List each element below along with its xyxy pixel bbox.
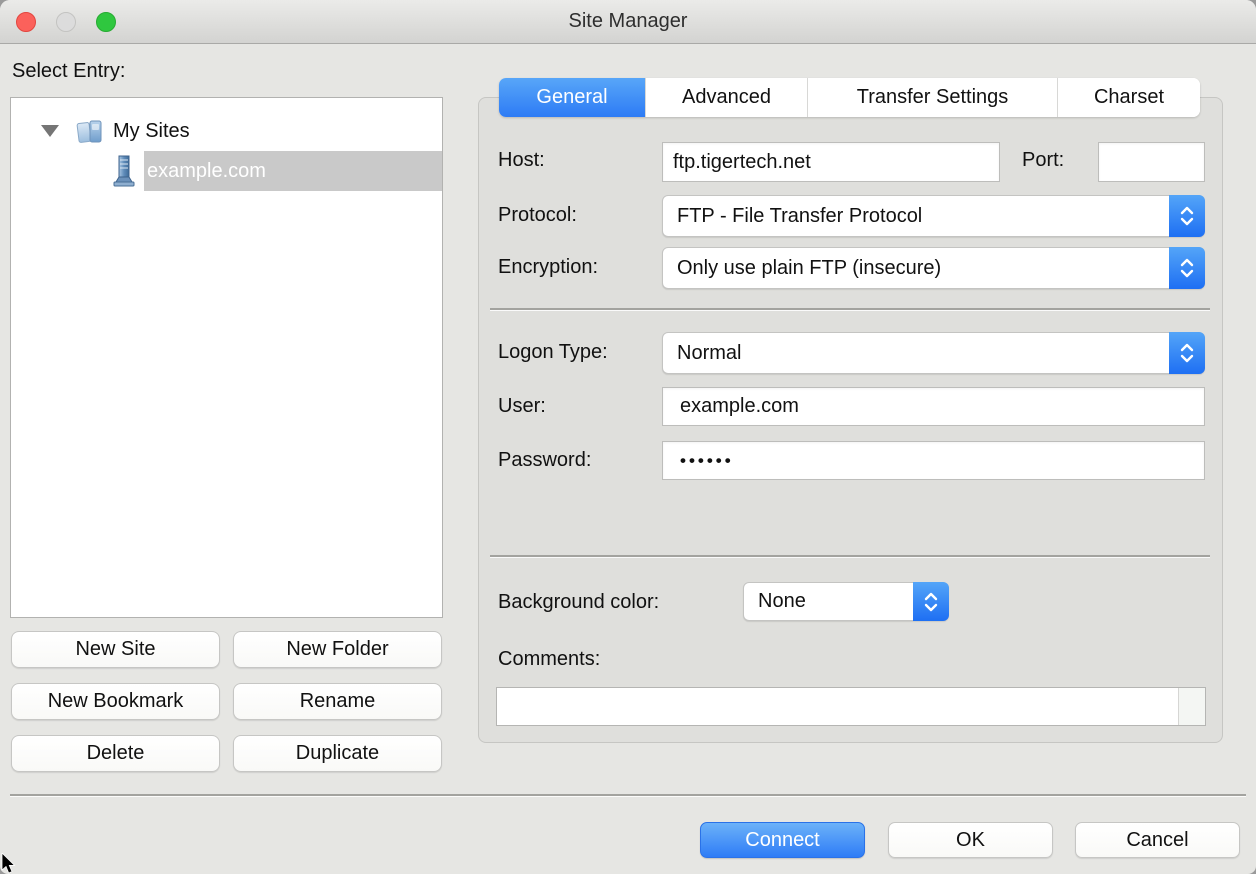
button-label: Duplicate [296,742,379,765]
tab-label: Advanced [682,86,771,109]
tab-label: Transfer Settings [857,86,1009,109]
tab-general[interactable]: General [499,78,646,117]
host-label: Host: [498,149,545,172]
logon-type-label: Logon Type: [498,341,608,364]
protocol-label: Protocol: [498,204,577,227]
new-site-button[interactable]: New Site [11,631,220,668]
footer-divider [10,794,1246,796]
tab-advanced[interactable]: Advanced [646,78,808,117]
rename-button[interactable]: Rename [233,683,442,720]
user-label: User: [498,395,546,418]
tree-item-label: My Sites [113,120,190,143]
site-manager-dialog: Site Manager Select Entry: My Sites [0,0,1256,874]
tree-item-my-sites[interactable]: My Sites [11,111,442,151]
port-input[interactable] [1098,142,1205,182]
mouse-cursor [0,853,17,874]
duplicate-button[interactable]: Duplicate [233,735,442,772]
host-input[interactable] [662,142,1000,182]
button-label: New Bookmark [48,690,184,713]
background-color-label: Background color: [498,591,659,614]
encryption-label: Encryption: [498,256,598,279]
chevron-up-down-icon [913,582,949,621]
background-color-select[interactable]: None [743,582,949,621]
window-title: Site Manager [0,10,1256,33]
password-input[interactable] [662,441,1205,480]
disclosure-triangle-icon[interactable] [41,125,59,137]
button-label: New Site [75,638,155,661]
chevron-up-down-icon [1169,195,1205,237]
protocol-selected-value: FTP - File Transfer Protocol [677,205,922,228]
comments-label: Comments: [498,648,600,671]
new-bookmark-button[interactable]: New Bookmark [11,683,220,720]
tab-transfer-settings[interactable]: Transfer Settings [808,78,1058,117]
new-folder-button[interactable]: New Folder [233,631,442,668]
comments-textarea[interactable] [496,687,1206,726]
button-label: Cancel [1126,829,1188,852]
title-bar: Site Manager [0,0,1256,44]
tab-bar: General Advanced Transfer Settings Chars… [499,78,1200,117]
button-label: Connect [745,829,820,852]
scrollbar-track[interactable] [1178,688,1205,725]
tree-item-label: example.com [147,160,266,183]
button-label: New Folder [286,638,388,661]
password-label: Password: [498,449,591,472]
port-label: Port: [1022,149,1064,172]
section-divider [490,308,1210,310]
tab-label: Charset [1094,86,1164,109]
chevron-up-down-icon [1169,332,1205,374]
delete-button[interactable]: Delete [11,735,220,772]
cancel-button[interactable]: Cancel [1075,822,1240,858]
select-entry-label: Select Entry: [12,60,125,83]
site-tree[interactable]: My Sites example.com [10,97,443,618]
tab-label: General [536,86,607,109]
tab-charset[interactable]: Charset [1058,78,1200,117]
button-label: Delete [87,742,145,765]
encryption-selected-value: Only use plain FTP (insecure) [677,257,941,280]
encryption-select[interactable]: Only use plain FTP (insecure) [662,247,1205,289]
connect-button[interactable]: Connect [700,822,865,858]
server-icon [111,154,137,188]
ok-button[interactable]: OK [888,822,1053,858]
section-divider [490,555,1210,557]
background-color-selected-value: None [758,590,806,613]
chevron-up-down-icon [1169,247,1205,289]
user-input[interactable] [662,387,1205,426]
protocol-select[interactable]: FTP - File Transfer Protocol [662,195,1205,237]
sites-folder-icon [75,116,105,146]
button-label: Rename [300,690,376,713]
tree-item-example-com[interactable]: example.com [111,151,442,191]
button-label: OK [956,829,985,852]
logon-type-select[interactable]: Normal [662,332,1205,374]
logon-type-selected-value: Normal [677,342,741,365]
